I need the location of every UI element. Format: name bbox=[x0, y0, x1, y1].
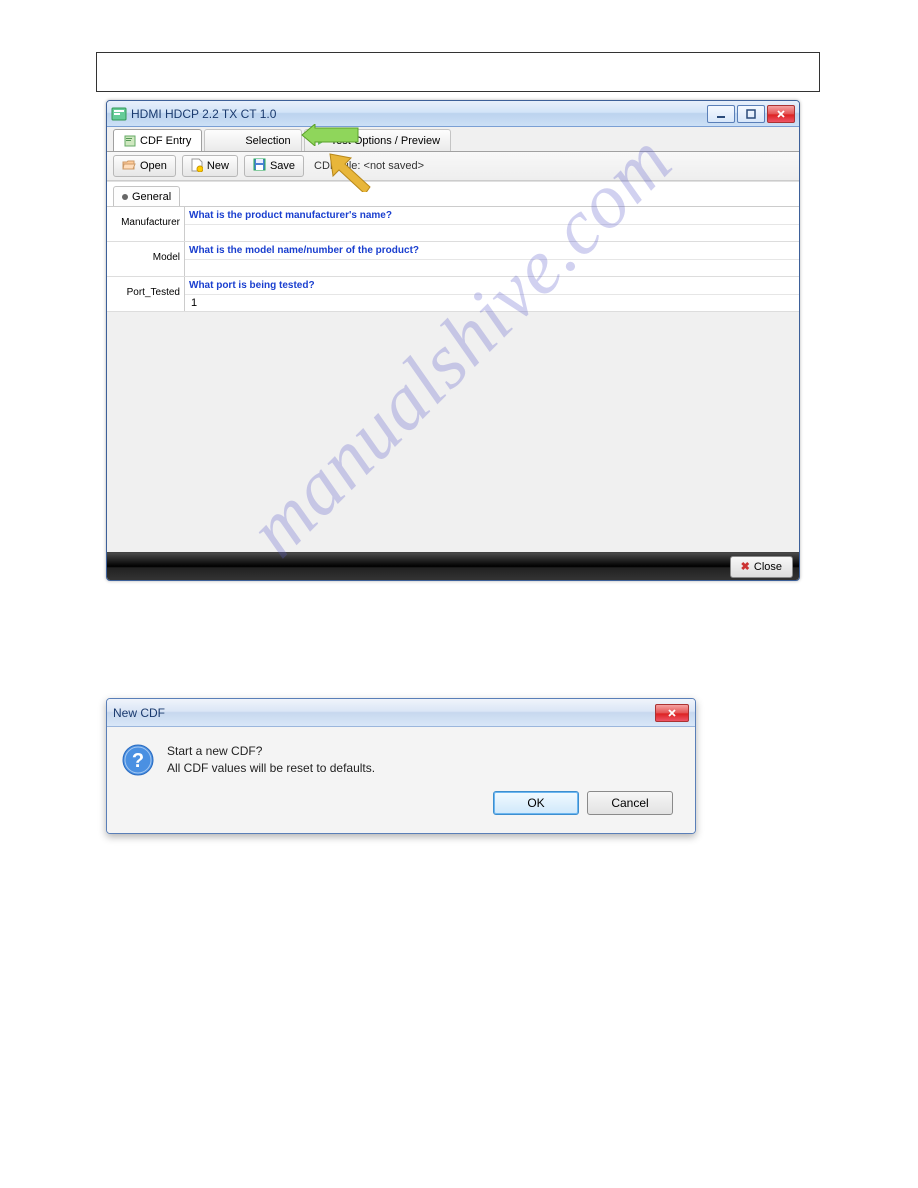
ok-button[interactable]: OK bbox=[493, 791, 579, 815]
close-x-icon: ✖ bbox=[741, 560, 750, 573]
close-button-label: Close bbox=[754, 561, 782, 573]
field-label: Manufacturer bbox=[107, 207, 185, 241]
question-icon: ? bbox=[121, 743, 155, 777]
field-row-model: Model What is the model name/number of t… bbox=[107, 242, 799, 277]
field-label: Model bbox=[107, 242, 185, 276]
dialog-title-text: New CDF bbox=[113, 706, 165, 720]
dialog-x-button[interactable] bbox=[655, 704, 689, 722]
field-question: What is the model name/number of the pro… bbox=[185, 242, 799, 260]
field-row-manufacturer: Manufacturer What is the product manufac… bbox=[107, 207, 799, 242]
dialog-titlebar: New CDF bbox=[107, 699, 695, 727]
dialog-line1: Start a new CDF? bbox=[167, 743, 375, 760]
field-question: What is the product manufacturer's name? bbox=[185, 207, 799, 225]
dialog-body: ? Start a new CDF? All CDF values will b… bbox=[107, 727, 695, 833]
maximize-button[interactable] bbox=[737, 105, 765, 123]
new-file-icon bbox=[191, 158, 203, 175]
model-input[interactable] bbox=[185, 260, 799, 276]
svg-text:?: ? bbox=[132, 750, 144, 772]
window-client-area: CDF Entry Selection Test Options / Previ… bbox=[107, 127, 799, 580]
sub-tabstrip: General bbox=[107, 181, 799, 206]
new-button[interactable]: New bbox=[182, 155, 238, 177]
save-icon bbox=[253, 158, 266, 174]
close-button[interactable]: ✖ Close bbox=[730, 556, 793, 578]
form-icon bbox=[124, 135, 136, 147]
form-empty-area bbox=[107, 312, 799, 552]
main-tabstrip: CDF Entry Selection Test Options / Previ… bbox=[107, 127, 799, 151]
dialog-message: Start a new CDF? All CDF values will be … bbox=[167, 743, 375, 777]
bullet-icon bbox=[122, 194, 128, 200]
open-button[interactable]: Open bbox=[113, 155, 176, 177]
arrow-to-cdf-tab bbox=[300, 124, 360, 146]
app-icon bbox=[111, 106, 127, 122]
window-close-button[interactable] bbox=[767, 105, 795, 123]
tab-label: Selection bbox=[245, 135, 290, 147]
tab-label: CDF Entry bbox=[140, 135, 191, 147]
arrow-to-new-button bbox=[325, 152, 375, 192]
new-cdf-dialog: New CDF ? Start a new CDF? All CDF value… bbox=[106, 698, 696, 834]
tab-selection[interactable]: Selection bbox=[204, 129, 301, 151]
manufacturer-input[interactable] bbox=[185, 225, 799, 241]
button-label: Save bbox=[270, 160, 295, 172]
field-question: What port is being tested? bbox=[185, 277, 799, 295]
port-input[interactable]: 1 bbox=[185, 295, 799, 311]
subtab-general[interactable]: General bbox=[113, 186, 180, 206]
cancel-button[interactable]: Cancel bbox=[587, 791, 673, 815]
field-label: Port_Tested bbox=[107, 277, 185, 311]
cdf-form: Manufacturer What is the product manufac… bbox=[107, 206, 799, 312]
button-label: Open bbox=[140, 160, 167, 172]
minimize-button[interactable] bbox=[707, 105, 735, 123]
save-button[interactable]: Save bbox=[244, 155, 304, 177]
toolbar: Open New Save CDF File: <not saved> bbox=[107, 151, 799, 181]
tab-cdf-entry[interactable]: CDF Entry bbox=[113, 129, 202, 151]
main-app-window: HDMI HDCP 2.2 TX CT 1.0 CDF Entry Select… bbox=[106, 100, 800, 581]
window-controls bbox=[705, 105, 795, 123]
window-title: HDMI HDCP 2.2 TX CT 1.0 bbox=[131, 107, 705, 121]
document-blank-box bbox=[96, 52, 820, 92]
folder-open-icon bbox=[122, 159, 136, 174]
subtab-label: General bbox=[132, 191, 171, 203]
bottom-bar: ✖ Close bbox=[107, 552, 799, 580]
button-label: New bbox=[207, 160, 229, 172]
field-row-port: Port_Tested What port is being tested? 1 bbox=[107, 277, 799, 312]
dialog-line2: All CDF values will be reset to defaults… bbox=[167, 760, 375, 777]
window-titlebar: HDMI HDCP 2.2 TX CT 1.0 bbox=[107, 101, 799, 127]
